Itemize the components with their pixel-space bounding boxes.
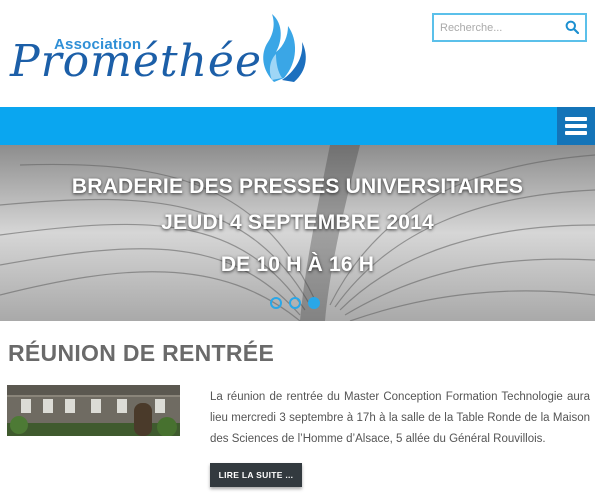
article-title[interactable]: RÉUNION DE RENTRÉE <box>8 340 274 367</box>
site-logo[interactable]: Association Prométhée <box>8 10 308 95</box>
read-more-button[interactable]: LIRE LA SUITE ... <box>210 463 302 487</box>
site-header: Association Prométhée <box>0 0 595 107</box>
search-icon[interactable] <box>565 20 579 34</box>
main-nav-bar <box>0 107 595 145</box>
search-input[interactable] <box>440 19 560 36</box>
hero-slider[interactable]: BRADERIE DES PRESSES UNIVERSITAIRES JEUD… <box>0 145 595 321</box>
logo-name-text: Prométhée <box>10 36 262 87</box>
flame-icon <box>263 14 306 82</box>
slider-dot[interactable] <box>289 297 301 309</box>
hamburger-line <box>565 117 587 121</box>
search-box <box>432 13 587 42</box>
hamburger-line <box>565 131 587 135</box>
slider-dot[interactable] <box>270 297 282 309</box>
hamburger-line <box>565 124 587 128</box>
article-thumbnail[interactable] <box>7 385 180 436</box>
slide-headline-line: BRADERIE DES PRESSES UNIVERSITAIRES <box>71 175 524 198</box>
slide-headline-line: JEUDI 4 SEPTEMBRE 2014 <box>161 211 434 234</box>
article-excerpt: La réunion de rentrée du Master Concepti… <box>210 391 590 445</box>
slider-dot-active[interactable] <box>308 297 320 309</box>
building-photo <box>7 385 180 436</box>
slide-headline-line: DE 10 H À 16 H <box>220 253 375 276</box>
hamburger-icon[interactable] <box>557 107 595 145</box>
